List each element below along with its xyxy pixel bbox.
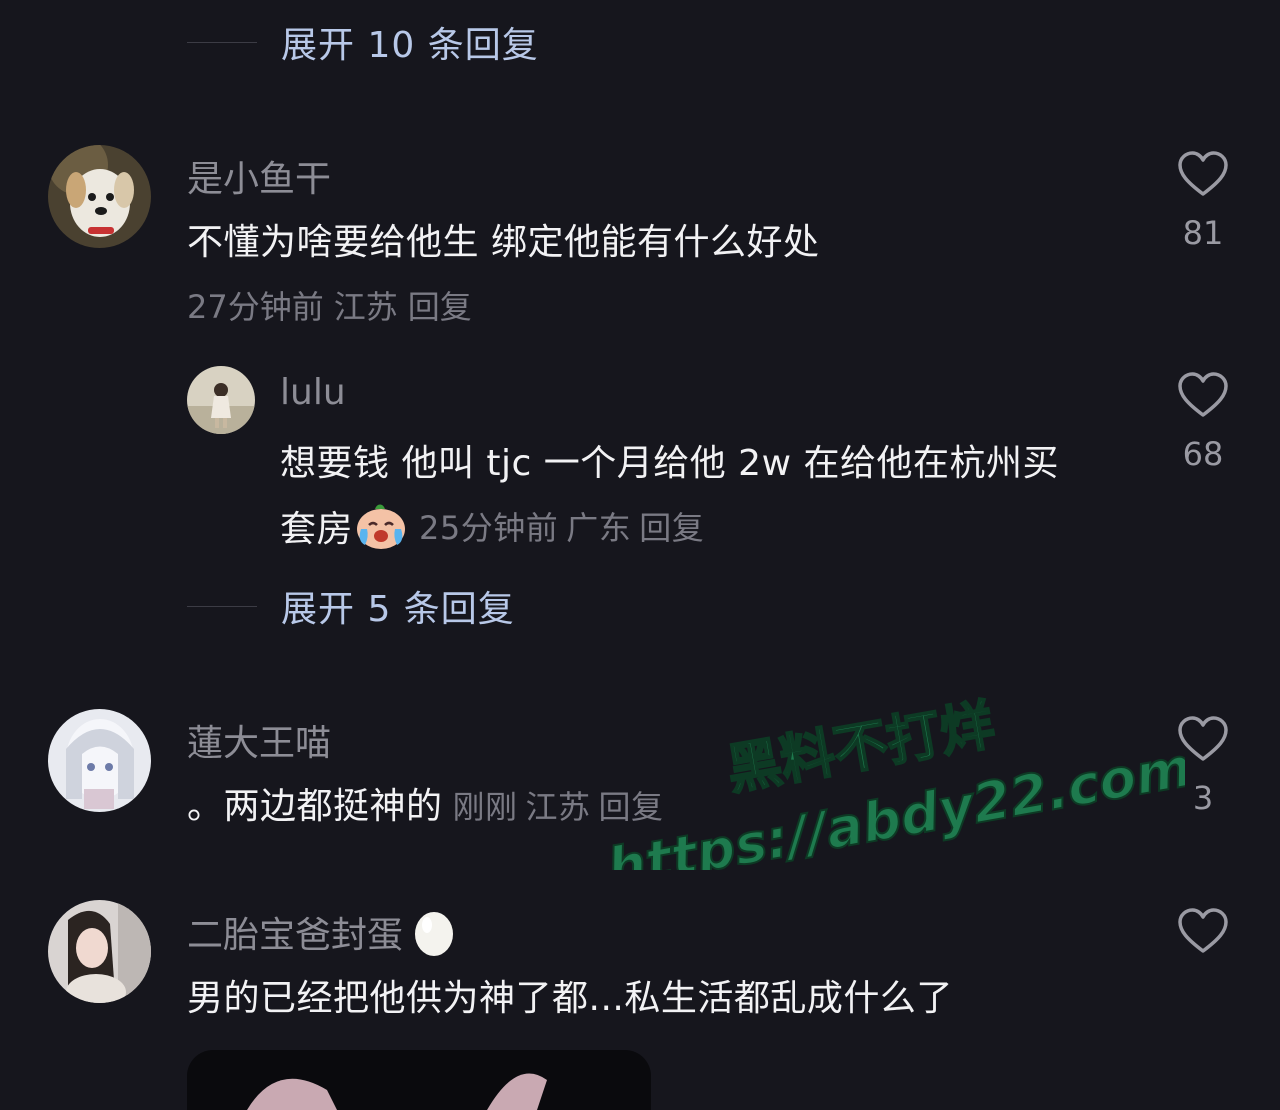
comment-username-row: 二胎宝爸封蛋 <box>187 906 457 958</box>
watermark-line2: https://abdy22.com <box>603 735 1185 870</box>
comment-text: 。两边都挺神的 <box>187 786 443 827</box>
comment-text: 男的已经把他供为神了都...私生活都乱成什么了 <box>187 978 953 1019</box>
comment-username[interactable]: lulu <box>280 372 346 413</box>
egg-emoji-icon <box>415 912 454 956</box>
expand-replies-label: 展开 5 条回复 <box>281 589 515 630</box>
crying-face-emoji-icon <box>357 504 406 549</box>
watermark-line1: 黑料不打烊 <box>722 693 999 802</box>
like-count: 68 <box>1182 435 1224 473</box>
avatar[interactable] <box>187 366 255 434</box>
cat-ears-image-icon <box>247 1073 547 1110</box>
divider <box>187 41 257 43</box>
like-button[interactable]: 68 <box>1173 371 1233 473</box>
heart-icon <box>1178 716 1228 761</box>
like-button[interactable] <box>1173 907 1233 955</box>
avatar[interactable] <box>48 709 151 812</box>
comment-text-line2-row: 套房 25分钟前 广东 回复 <box>280 500 712 552</box>
comment-username[interactable]: 是小鱼干 <box>187 150 331 202</box>
like-count: 3 <box>1192 779 1214 817</box>
comment-image[interactable] <box>187 1050 651 1110</box>
comment-time: 刚刚 <box>452 788 518 826</box>
avatar[interactable] <box>48 900 151 1003</box>
expand-replies-label: 展开 10 条回复 <box>281 25 539 66</box>
anime-girl-avatar-icon <box>48 709 151 812</box>
comment-text-line1: 想要钱 他叫 tjc 一个月给他 2w 在给他在杭州买 <box>280 443 1059 484</box>
expand-replies-10[interactable]: 展开 10 条回复 <box>187 16 539 68</box>
comment-username[interactable]: 二胎宝爸封蛋 <box>187 906 403 958</box>
expand-replies-5[interactable]: 展开 5 条回复 <box>187 580 515 632</box>
comment-location: 江苏 <box>333 288 398 326</box>
heart-icon <box>1178 151 1228 196</box>
comment-meta: 27分钟前 江苏 回复 <box>187 282 482 328</box>
reply-button[interactable]: 回复 <box>639 509 704 547</box>
like-button[interactable]: 81 <box>1173 150 1233 252</box>
comment-text-row: 。两边都挺神的 刚刚 江苏 回复 <box>187 777 672 829</box>
comment-location: 广东 <box>566 509 632 547</box>
avatar[interactable] <box>48 145 151 248</box>
comment-meta: 25分钟前 广东 回复 <box>419 503 712 549</box>
comment-text: 不懂为啥要给他生 绑定他能有什么好处 <box>187 222 820 263</box>
like-count: 81 <box>1182 214 1224 252</box>
girl-photo-avatar-icon <box>187 366 255 434</box>
comment-time: 25分钟前 <box>419 509 559 547</box>
reply-button[interactable]: 回复 <box>599 788 664 826</box>
dog-avatar-icon <box>48 145 151 248</box>
watermark: 黑料不打烊 https://abdy22.com <box>602 692 1185 870</box>
comment-location: 江苏 <box>525 788 591 826</box>
reply-button[interactable]: 回复 <box>408 288 472 326</box>
like-button[interactable]: 3 <box>1173 715 1233 817</box>
comment-username[interactable]: 蓮大王喵 <box>187 714 331 766</box>
divider <box>187 605 257 607</box>
heart-icon <box>1178 372 1228 417</box>
comment-time: 27分钟前 <box>187 288 324 326</box>
heart-icon <box>1178 908 1228 953</box>
comment-meta: 刚刚 江苏 回复 <box>453 782 672 828</box>
comment-text-line2: 套房 <box>280 509 354 550</box>
woman-photo-avatar-icon <box>48 900 151 1003</box>
